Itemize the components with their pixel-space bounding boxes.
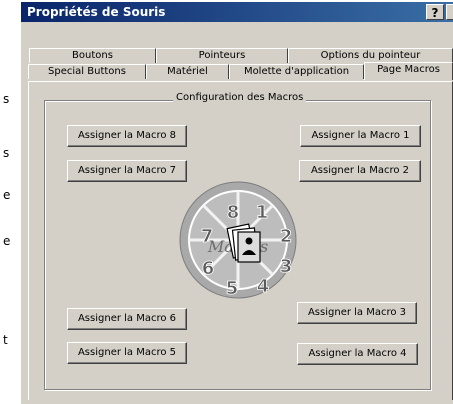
window-title: Propriétés de Souris [27,5,166,19]
assign-macro-7-button[interactable]: Assigner la Macro 7 [67,160,187,182]
macro-wheel-graphic: 1 2 3 4 5 6 7 8 Macros [179,181,297,299]
assign-macro-5-button[interactable]: Assigner la Macro 5 [67,342,187,364]
assign-macro-4-button[interactable]: Assigner la Macro 4 [297,343,418,365]
segment-3: 3 [280,256,293,277]
partial-text-e2: e [3,234,11,248]
segment-6: 6 [202,258,215,279]
tab-options-pointeur[interactable]: Options du pointeur [288,48,453,63]
tab-pointeurs[interactable]: Pointeurs [156,48,288,63]
title-bar: Propriétés de Souris ? [21,2,453,22]
help-button[interactable]: ? [426,4,444,20]
partial-text-s1: s [3,92,10,106]
partial-text-s2: s [3,146,10,160]
partial-text-e1: e [3,188,11,202]
segment-1: 1 [256,202,269,223]
assign-macro-1-button[interactable]: Assigner la Macro 1 [300,125,421,147]
segment-8: 8 [227,202,240,223]
assign-macro-3-button[interactable]: Assigner la Macro 3 [297,302,417,324]
assign-macro-2-button[interactable]: Assigner la Macro 2 [299,160,421,182]
tab-special-buttons[interactable]: Special Buttons [28,64,146,79]
groupbox-title: Configuration des Macros [173,92,307,103]
tab-page-macros[interactable]: Page Macros [364,62,453,80]
tab-molette[interactable]: Molette d'application [229,64,364,79]
tab-materiel[interactable]: Matériel [146,64,229,79]
assign-macro-8-button[interactable]: Assigner la Macro 8 [67,125,187,147]
assign-macro-6-button[interactable]: Assigner la Macro 6 [67,308,187,330]
partial-text-t: t [3,333,8,347]
tab-boutons[interactable]: Boutons [29,48,156,63]
segment-4: 4 [257,276,270,297]
segment-5: 5 [226,278,239,299]
close-button[interactable] [446,4,453,20]
segment-2: 2 [280,226,293,247]
